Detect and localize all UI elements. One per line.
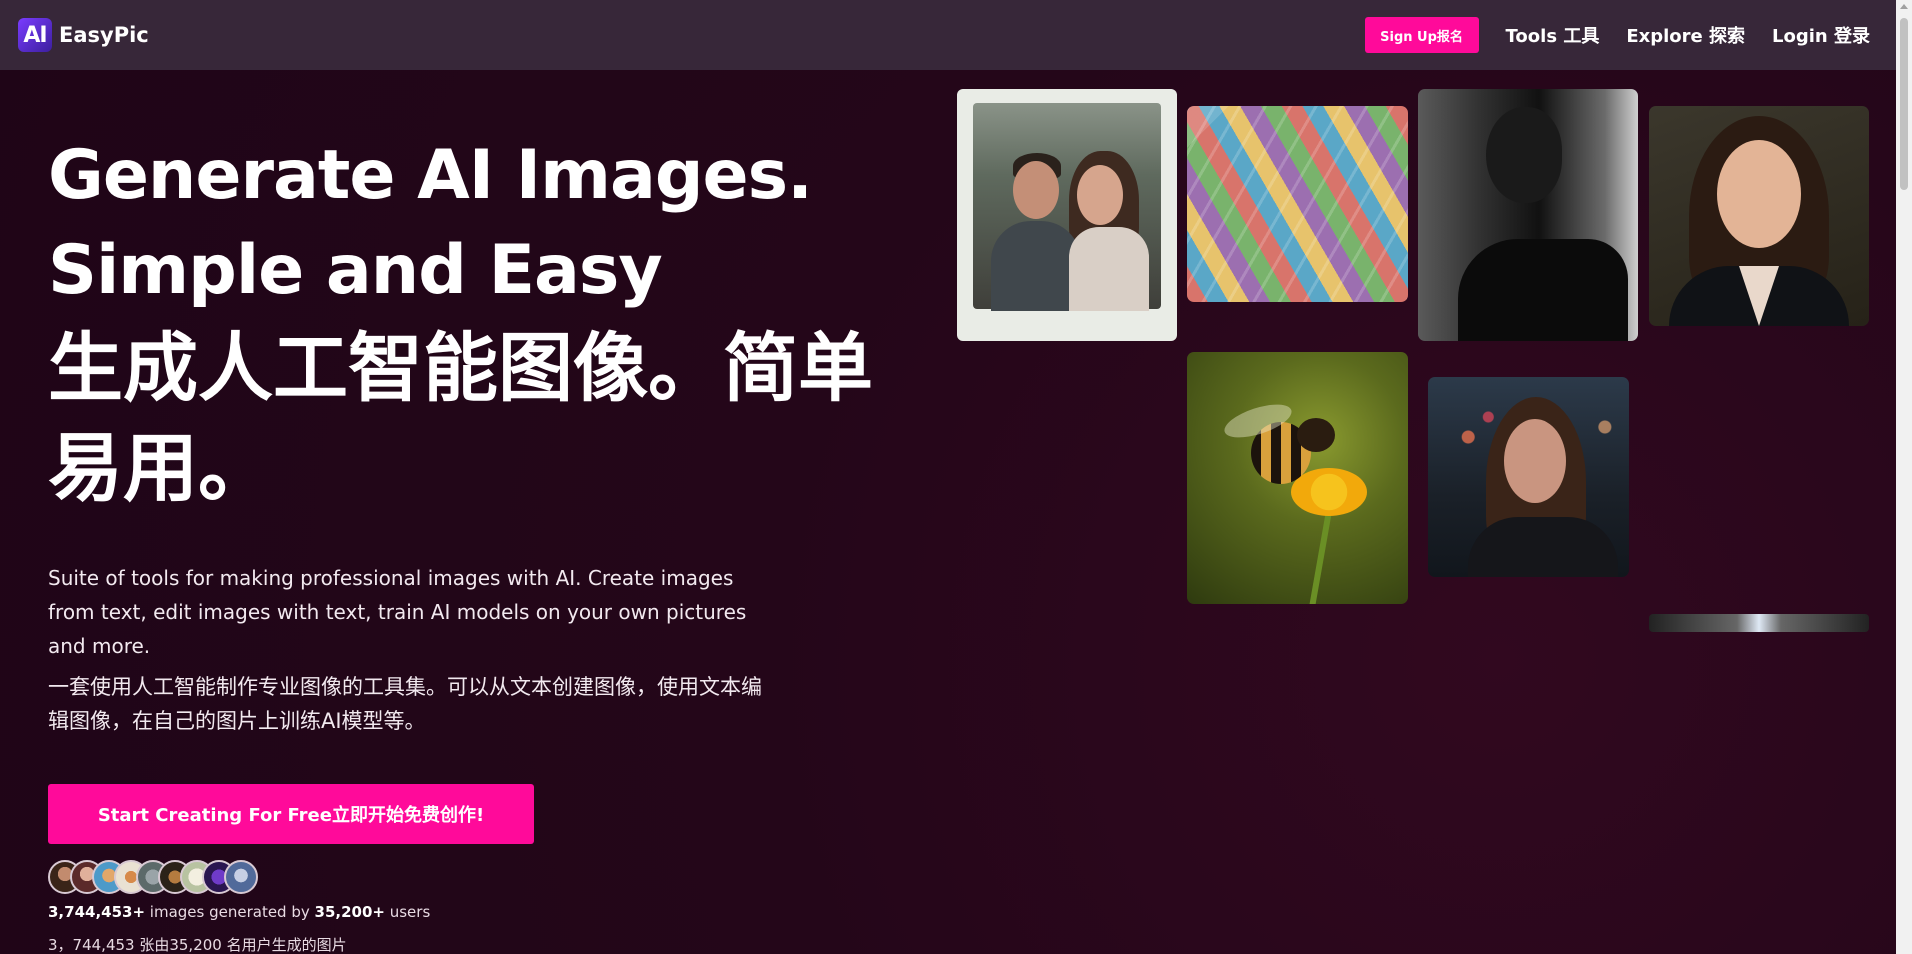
- gallery-image-isometric-city[interactable]: [1187, 106, 1408, 302]
- nav-menu: Sign Up报名 Tools 工具 Explore 探索 Login 登录: [1364, 17, 1870, 53]
- images-text: images generated by: [145, 903, 315, 921]
- logo-text: EasyPic: [59, 23, 149, 47]
- stats-en: 3,744,453+ images generated by 35,200+ u…: [48, 903, 430, 921]
- chevron-up-icon[interactable]: [1900, 4, 1908, 9]
- gallery-image-partial[interactable]: [1649, 614, 1869, 632]
- nav-login[interactable]: Login 登录: [1772, 22, 1870, 48]
- vertical-scrollbar[interactable]: [1896, 0, 1912, 954]
- nav-explore[interactable]: Explore 探索: [1626, 22, 1745, 48]
- hero-title-line1: Generate AI Images.: [48, 136, 813, 215]
- gallery-image-bee-flower[interactable]: [1187, 352, 1408, 604]
- logo[interactable]: AI EasyPic: [18, 18, 149, 52]
- gallery-image-night-street-woman[interactable]: [1428, 377, 1629, 577]
- gallery-image-couple-polaroid[interactable]: [957, 89, 1177, 341]
- couple-photo: [973, 103, 1161, 311]
- gallery-image-bw-portrait[interactable]: [1418, 89, 1638, 341]
- user-avatars: [48, 860, 258, 894]
- nav-tools[interactable]: Tools 工具: [1506, 22, 1600, 48]
- start-creating-button[interactable]: Start Creating For Free立即开始免费创作!: [48, 784, 534, 844]
- stats-zh: 3，744,453 张由35,200 名用户生成的图片: [48, 936, 347, 954]
- page: AI EasyPic Sign Up报名 Tools 工具 Explore 探索…: [0, 0, 1912, 954]
- users-count: 35,200+: [314, 903, 385, 921]
- hero-heading: Generate AI Images. Simple and Easy 生成人工…: [48, 128, 898, 518]
- images-count: 3,744,453+: [48, 903, 146, 921]
- signup-button[interactable]: Sign Up报名: [1364, 17, 1479, 53]
- avatar: [224, 860, 258, 894]
- gallery-image-business-woman[interactable]: [1649, 106, 1869, 326]
- ai-logo-icon: AI: [18, 18, 52, 52]
- users-text: users: [384, 903, 431, 921]
- hero-title-line2: Simple and Easy: [48, 231, 663, 310]
- hero-description-zh: 一套使用人工智能制作专业图像的工具集。可以从文本创建图像，使用文本编辑图像，在自…: [48, 675, 762, 733]
- hero-description-en: Suite of tools for making professional i…: [48, 566, 747, 658]
- hero-title-zh: 生成人工智能图像。简单易用。: [48, 324, 874, 512]
- top-navbar: AI EasyPic Sign Up报名 Tools 工具 Explore 探索…: [0, 0, 1896, 70]
- scrollbar-thumb[interactable]: [1900, 18, 1908, 190]
